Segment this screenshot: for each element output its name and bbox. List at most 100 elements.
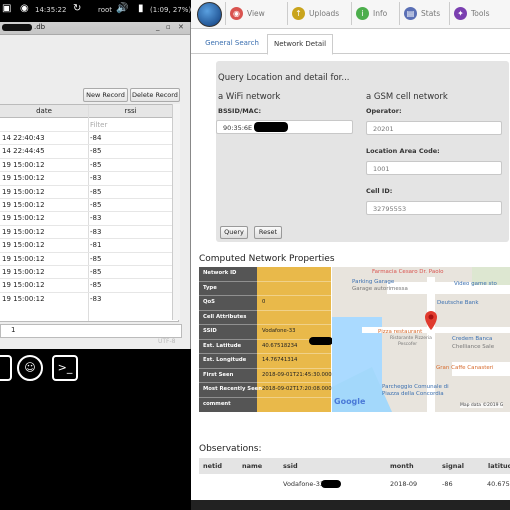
bssid-label: BSSID/MAC: [218, 107, 262, 115]
sync-icon[interactable]: ↻ [73, 3, 81, 14]
battery-icon[interactable]: ▮ [138, 3, 144, 14]
observations-title: Observations: [199, 444, 262, 454]
nav-stats[interactable]: ▤ Stats [399, 2, 446, 25]
cell-date[interactable]: 14 22:40:43 [2, 132, 45, 145]
cell-date[interactable]: 14 22:44:45 [2, 145, 45, 158]
property-label: SSID [203, 328, 217, 334]
cell-rssi[interactable]: -85 [90, 145, 101, 158]
lac-input[interactable]: 1001 [366, 161, 502, 175]
cell-date[interactable]: 19 15:00:12 [2, 293, 45, 306]
logo-globe-icon[interactable] [197, 2, 222, 27]
cell-date[interactable]: 19 15:00:12 [2, 226, 45, 239]
nav-uploads[interactable]: ↑ Uploads [287, 2, 346, 25]
user-name[interactable]: root [98, 6, 112, 14]
cellid-input[interactable]: 32795553 [366, 201, 502, 215]
obs-col-name[interactable]: name [242, 458, 262, 474]
gsm-heading: a GSM cell network [366, 92, 448, 102]
obs-col-latitude[interactable]: latitude [488, 458, 510, 474]
map-label-gran-caffe: Gran Caffe Canasteri [436, 365, 494, 371]
cell-rssi[interactable]: -83 [90, 172, 101, 185]
maximize-button[interactable]: ▫ [166, 23, 171, 31]
tab-general-search[interactable]: General Search [201, 34, 263, 53]
tab-network-detail[interactable]: Network Detail [267, 34, 333, 55]
network-app: ◉ View ↑ Uploads i Info ▤ Stats ✦ Tools … [191, 0, 510, 510]
cell-rssi[interactable]: -85 [90, 279, 101, 292]
cell-rssi[interactable]: -83 [90, 293, 101, 306]
cell-rssi[interactable]: -84 [90, 132, 101, 145]
terminal-icon[interactable]: >_ [52, 355, 78, 381]
map-label-parking-sub: Garage autorimessa [352, 286, 408, 292]
obs-col-netid[interactable]: netid [203, 458, 222, 474]
cell-rssi[interactable]: -83 [90, 226, 101, 239]
cell-rssi[interactable]: -85 [90, 253, 101, 266]
operator-input[interactable]: 20201 [366, 121, 502, 135]
cell-rssi[interactable]: -83 [90, 212, 101, 225]
cell-date[interactable]: 19 15:00:12 [2, 266, 45, 279]
redacted-bssid [254, 122, 288, 132]
nav-view[interactable]: ◉ View [225, 2, 278, 25]
map-label-parcheggio: Parcheggio Comunale di [382, 384, 449, 390]
property-value: 2018-09-01T21:45:30.000Z [262, 371, 336, 378]
close-button[interactable]: ✕ [178, 23, 184, 31]
map-label-pizza-sub: Ristorante Pizzeria [390, 336, 432, 341]
cell-date[interactable]: 19 15:00:12 [2, 186, 45, 199]
property-divider [199, 367, 331, 369]
cell-date[interactable]: 19 15:00:12 [2, 172, 45, 185]
property-label: First Seen [203, 371, 234, 378]
nav-tools[interactable]: ✦ Tools [449, 2, 510, 25]
cell-date[interactable]: 19 15:00:12 [2, 212, 45, 225]
map-label-pizza: Pizza restaurant [378, 329, 423, 335]
map-data-attribution[interactable]: Map data ©2019 G [460, 403, 504, 408]
eye-icon: ◉ [230, 7, 243, 20]
obs-cell-signal: -86 [442, 480, 453, 488]
reset-button[interactable]: Reset [254, 226, 282, 239]
query-heading: Query Location and detail for... [218, 73, 350, 83]
cell-date[interactable]: 19 15:00:12 [2, 253, 45, 266]
map-view[interactable]: Farmacia Cesaro Dr. Paolo Parking Garage… [332, 267, 510, 412]
property-divider [199, 280, 331, 282]
cell-date[interactable]: 19 15:00:12 [2, 199, 45, 212]
cellid-label: Cell ID: [366, 187, 393, 195]
stats-icon: ▤ [404, 7, 417, 20]
delete-record-button[interactable]: Delete Record [130, 88, 180, 102]
volume-icon[interactable]: 🔊 [116, 3, 128, 14]
column-header-date[interactable]: date [0, 105, 88, 118]
nav-info[interactable]: i Info [351, 2, 394, 25]
network-icon[interactable]: ▣ [2, 3, 11, 14]
cell-rssi[interactable]: -85 [90, 186, 101, 199]
obs-col-signal[interactable]: signal [442, 458, 464, 474]
vertical-scrollbar[interactable] [172, 104, 180, 320]
app-icon[interactable] [0, 355, 12, 381]
property-value: 40.67518234 [262, 342, 298, 349]
cell-date[interactable]: 19 15:00:12 [2, 159, 45, 172]
property-label: Most Recently Seen [203, 386, 263, 392]
obs-col-ssid[interactable]: ssid [283, 458, 298, 474]
property-value: 0 [262, 299, 266, 305]
obs-col-month[interactable]: month [390, 458, 414, 474]
cell-rssi[interactable]: -81 [90, 239, 101, 252]
minimize-button[interactable]: _ [156, 23, 160, 31]
map-label-parking: Parking Garage [352, 279, 395, 285]
query-button[interactable]: Query [220, 226, 248, 239]
nav-info-label: Info [373, 9, 388, 18]
ghost-icon[interactable]: ☺ [17, 355, 43, 381]
nav-view-label: View [247, 9, 265, 18]
window-titlebar[interactable]: .db _ ▫ ✕ [0, 22, 190, 35]
lac-label: Location Area Code: [366, 147, 440, 155]
property-label: comment [203, 400, 231, 407]
column-header-rssi[interactable]: rssi [89, 105, 172, 118]
upload-icon: ↑ [292, 7, 305, 20]
property-label: Network ID [203, 270, 237, 276]
signal-icon[interactable]: ◉ [20, 3, 29, 14]
cell-date[interactable]: 19 15:00:12 [2, 279, 45, 292]
clock-time[interactable]: 14:35:22 [35, 6, 66, 14]
cell-rssi[interactable]: -85 [90, 199, 101, 212]
cell-rssi[interactable]: -85 [90, 266, 101, 279]
nav-stats-label: Stats [421, 9, 441, 18]
cell-rssi[interactable]: -85 [90, 159, 101, 172]
new-record-button[interactable]: New Record [83, 88, 128, 102]
page-input[interactable]: 1 [0, 324, 182, 338]
cell-date[interactable]: 19 15:00:12 [2, 239, 45, 252]
property-divider [199, 309, 331, 311]
tools-icon: ✦ [454, 7, 467, 20]
